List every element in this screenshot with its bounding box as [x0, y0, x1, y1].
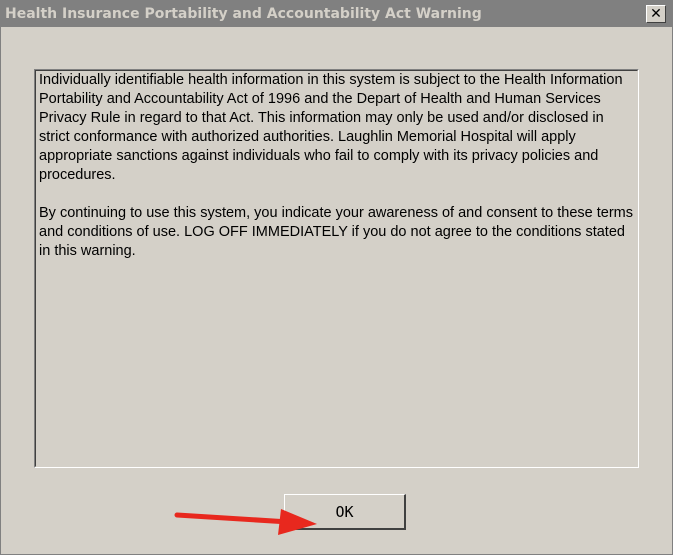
close-button[interactable]: ✕: [646, 5, 666, 23]
title-bar[interactable]: Health Insurance Portability and Account…: [1, 1, 672, 27]
red-arrow-icon: [174, 509, 317, 535]
warning-message: Individually identifiable health informa…: [39, 71, 635, 280]
arrow-head: [278, 509, 317, 535]
close-icon: ✕: [650, 6, 662, 22]
arrow-shaft: [174, 512, 292, 525]
message-paragraph-consent: By continuing to use this system, you in…: [39, 205, 634, 259]
message-paragraph-privacy: Individually identifiable health informa…: [39, 72, 623, 183]
text-box-bevel: Individually identifiable health informa…: [35, 70, 638, 467]
warning-text-box[interactable]: Individually identifiable health informa…: [34, 69, 639, 468]
hipaa-warning-dialog: Health Insurance Portability and Account…: [0, 0, 673, 555]
window-title: Health Insurance Portability and Account…: [5, 6, 482, 22]
